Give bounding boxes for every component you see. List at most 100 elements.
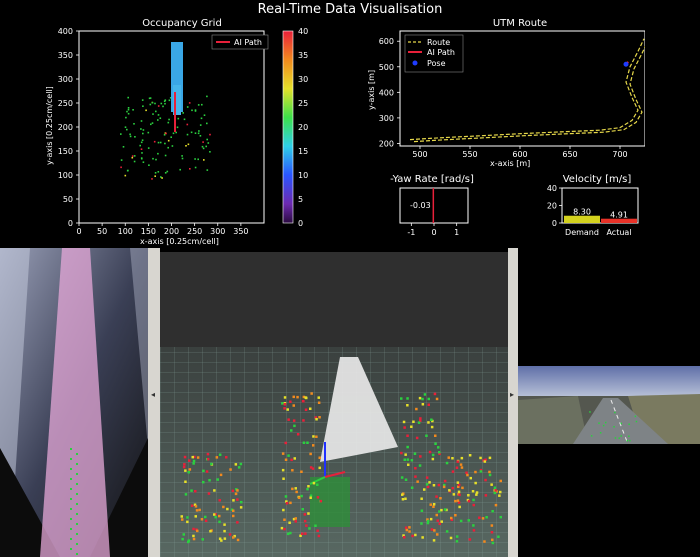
right-splitter[interactable]: ▸	[508, 248, 518, 557]
pointcloud-point	[466, 473, 469, 477]
pointcloud-point	[314, 524, 317, 527]
occupancy-point	[187, 143, 190, 146]
pointcloud-point	[181, 537, 184, 541]
lidar-path-point	[76, 513, 78, 515]
pointcloud-point	[427, 421, 430, 424]
occupancy-point	[194, 166, 197, 169]
pointcloud-point	[300, 470, 303, 473]
camera-path-point	[620, 422, 622, 425]
occupancy-point	[183, 118, 186, 121]
collapse-right-arrow-icon[interactable]: ▸	[510, 390, 514, 399]
left-splitter[interactable]: ◂	[148, 248, 160, 557]
camera-path-point	[634, 415, 637, 418]
pointcloud-point	[419, 455, 422, 458]
pointcloud-point	[294, 520, 297, 523]
lidar-path-point	[76, 523, 78, 525]
pointcloud-point	[236, 489, 239, 492]
pointcloud-point	[218, 499, 221, 502]
pointcloud-point	[498, 494, 501, 497]
occupancy-point	[205, 145, 207, 148]
occupancy-point	[159, 117, 162, 119]
pointcloud-point	[494, 489, 497, 492]
front-camera-view	[518, 366, 700, 444]
velocity-y-ticks: 0 20 40	[547, 184, 562, 228]
pointcloud-point	[408, 530, 411, 533]
occupancy-x-tick-label: 350	[233, 227, 248, 236]
pointcloud-point	[490, 531, 494, 534]
pointcloud-point	[430, 425, 434, 429]
pointcloud-point	[414, 467, 417, 470]
pointcloud-point	[305, 524, 308, 527]
occupancy-point	[131, 156, 134, 159]
occupancy-point	[127, 112, 130, 115]
pointcloud-point	[483, 540, 486, 543]
pointcloud-point	[478, 516, 481, 519]
pointcloud-point	[490, 483, 493, 486]
pointcloud-point	[425, 483, 429, 486]
velocity-y-tick-label: 40	[547, 184, 557, 193]
occupancy-point	[163, 134, 166, 136]
colorbar-tick-label: 35	[298, 51, 308, 60]
pointcloud-point	[298, 496, 301, 499]
pointcloud-point	[435, 513, 438, 517]
pointcloud-point	[226, 507, 229, 511]
pointcloud-point	[206, 457, 210, 461]
utm-legend-aipath: AI Path	[427, 48, 455, 57]
pointcloud-point	[312, 444, 315, 447]
occupancy-point	[160, 102, 163, 105]
occupancy-point	[186, 123, 189, 126]
pointcloud-point	[240, 500, 243, 504]
occupancy-point	[134, 136, 136, 138]
pointcloud-point	[436, 519, 439, 522]
pointcloud-point	[218, 453, 222, 456]
lidar-path-point	[76, 543, 78, 545]
pointcloud-point	[474, 470, 477, 474]
occupancy-x-tick-label: 150	[141, 227, 156, 236]
pointcloud-point	[435, 397, 439, 401]
occupancy-point	[155, 110, 157, 113]
colorbar-tick-label: 10	[298, 171, 308, 180]
colorbar-tick-label: 40	[298, 27, 308, 36]
pointcloud-point	[184, 469, 187, 472]
collapse-left-arrow-icon[interactable]: ◂	[151, 390, 155, 399]
utm-y-tick-label: 400	[379, 88, 394, 97]
pointcloud-point	[449, 536, 453, 540]
pointcloud-point	[283, 403, 287, 406]
occupancy-point	[133, 123, 135, 125]
occupancy-point	[157, 105, 160, 107]
occupancy-point	[141, 152, 143, 154]
occupancy-point	[191, 109, 193, 112]
pointcloud-point	[287, 418, 290, 421]
occupancy-point	[194, 132, 197, 134]
pointcloud-point	[291, 469, 294, 472]
lidar-path-point	[70, 488, 72, 490]
camera-path-point	[590, 435, 593, 437]
pointcloud-point	[432, 503, 436, 506]
pointcloud-point	[207, 492, 211, 495]
pointcloud-point	[406, 445, 409, 449]
pointcloud-point	[183, 463, 186, 466]
occupancy-point	[141, 99, 144, 101]
pointcloud-point	[488, 473, 492, 477]
camera-path-point	[589, 411, 591, 413]
pointcloud-point	[318, 456, 321, 459]
occupancy-point	[194, 110, 197, 112]
3d-viewer[interactable]	[160, 252, 508, 557]
occupancy-point	[127, 107, 130, 109]
pointcloud-point	[404, 497, 407, 500]
pointcloud-point	[317, 396, 320, 399]
velocity-x-ticks: Demand Actual	[565, 228, 632, 237]
occupancy-point	[147, 131, 150, 134]
pointcloud-point	[401, 493, 404, 496]
occupancy-point	[197, 104, 200, 106]
utm-xlabel: x-axis [m]	[490, 159, 530, 168]
pointcloud-point	[229, 468, 232, 471]
pointcloud-point	[448, 489, 451, 492]
velocity-x-tick-label: Actual	[606, 228, 631, 237]
utm-y-tick-label: 200	[379, 139, 394, 148]
utm-x-tick-label: 500	[412, 150, 427, 159]
utm-y-tick-label: 500	[379, 63, 394, 72]
pointcloud-point	[481, 517, 485, 520]
occupancy-point	[148, 97, 151, 100]
pointcloud-point	[218, 514, 221, 518]
